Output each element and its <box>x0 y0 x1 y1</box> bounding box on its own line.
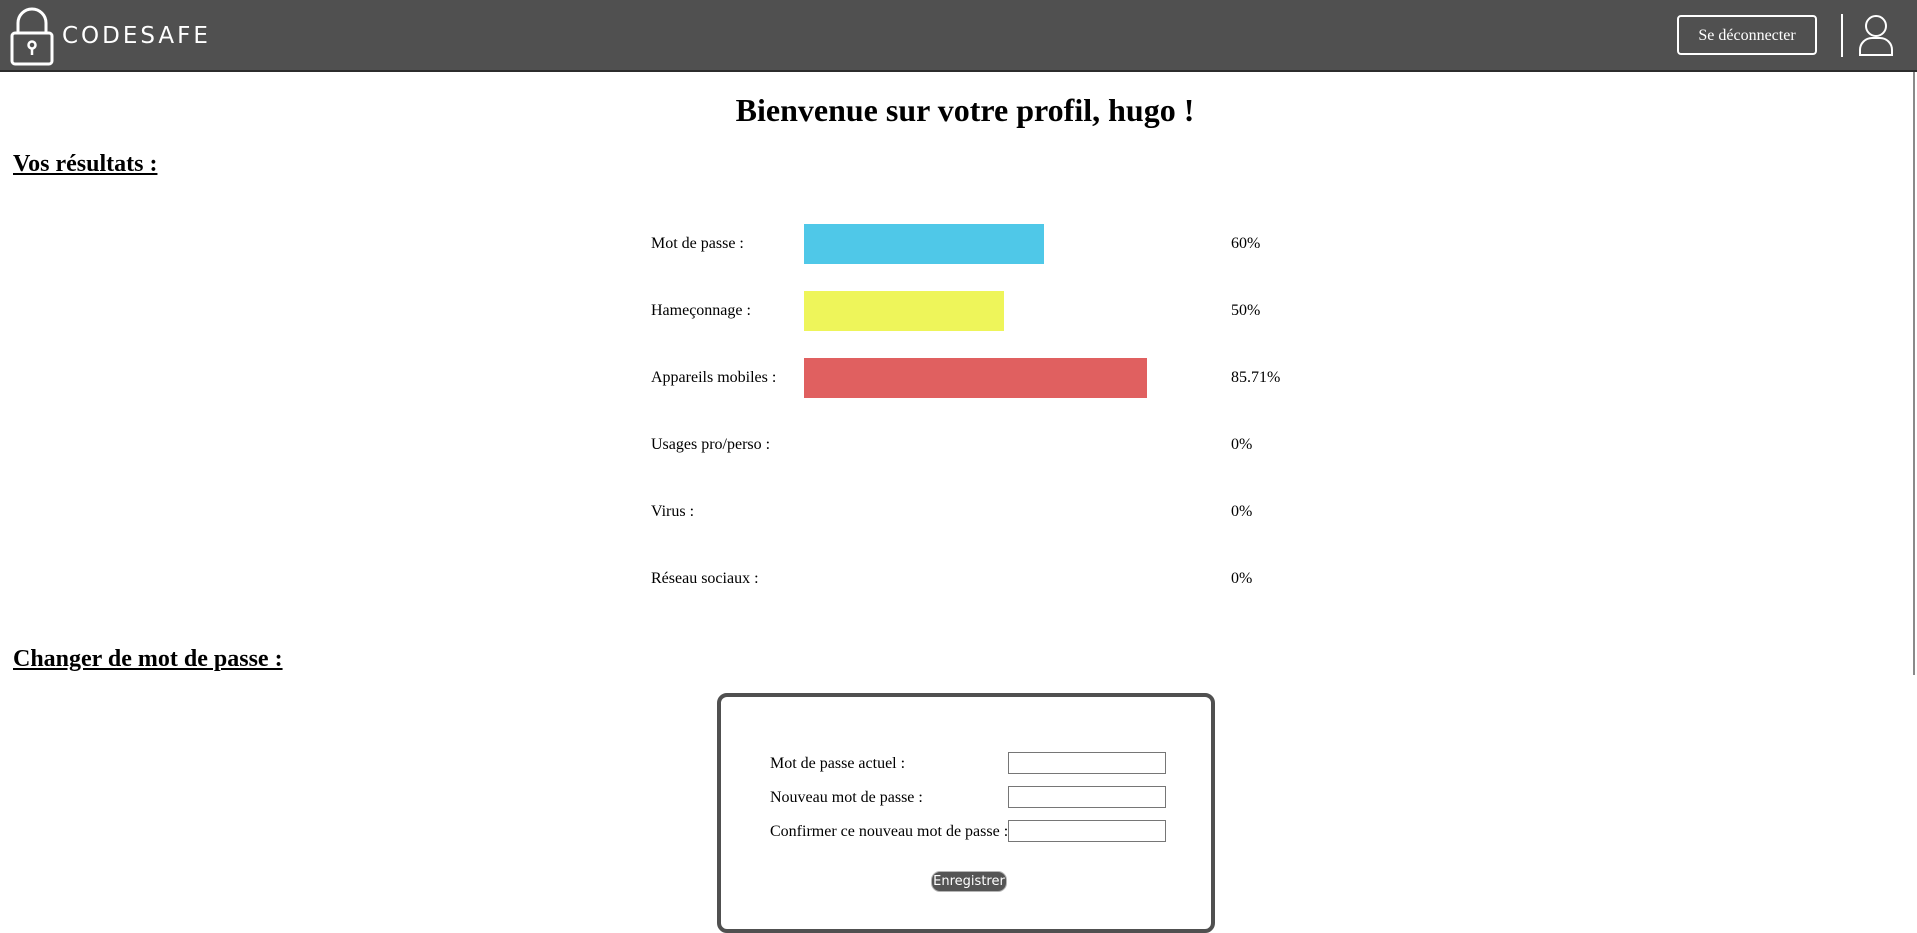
results-heading: Vos résultats : <box>13 151 158 177</box>
result-bar <box>804 358 1147 398</box>
result-value: 0% <box>1231 503 1253 520</box>
current-password-input[interactable] <box>1008 752 1166 774</box>
result-bar-track <box>804 492 1204 532</box>
user-icon[interactable] <box>1858 14 1894 56</box>
change-password-heading: Changer de mot de passe : <box>13 646 283 672</box>
change-password-form: Mot de passe actuel : Nouveau mot de pas… <box>717 693 1215 933</box>
result-bar-track <box>804 291 1204 331</box>
logout-button[interactable]: Se déconnecter <box>1677 15 1817 55</box>
confirm-password-label: Confirmer ce nouveau mot de passe : <box>770 823 1009 840</box>
result-bar-track <box>804 358 1204 398</box>
result-label: Mot de passe : <box>651 235 744 252</box>
save-button[interactable]: Enregistrer <box>931 871 1007 892</box>
new-password-label: Nouveau mot de passe : <box>770 789 923 806</box>
result-label: Appareils mobiles : <box>651 369 777 386</box>
result-row-reseau-sociaux: Réseau sociaux : 0% <box>651 559 1291 599</box>
result-row-appareils-mobiles: Appareils mobiles : 85.71% <box>651 358 1291 398</box>
result-value: 0% <box>1231 570 1253 587</box>
current-password-label: Mot de passe actuel : <box>770 755 906 772</box>
result-label: Hameçonnage : <box>651 302 751 319</box>
page-title: Bienvenue sur votre profil, hugo ! <box>735 92 1195 128</box>
result-row-virus: Virus : 0% <box>651 492 1291 532</box>
padlock-icon[interactable] <box>10 6 54 66</box>
result-label: Réseau sociaux : <box>651 570 759 587</box>
result-bar-track <box>804 425 1204 465</box>
result-bar <box>804 224 1044 264</box>
header-divider <box>1841 14 1843 57</box>
top-navbar: CODESAFE Se déconnecter <box>0 0 1917 72</box>
result-value: 60% <box>1231 235 1261 252</box>
new-password-input[interactable] <box>1008 786 1166 808</box>
result-bar-track <box>804 559 1204 599</box>
brand-name[interactable]: CODESAFE <box>62 22 211 50</box>
result-value: 50% <box>1231 302 1261 319</box>
result-row-mot-de-passe: Mot de passe : 60% <box>651 224 1291 264</box>
result-row-usages-pro-perso: Usages pro/perso : 0% <box>651 425 1291 465</box>
result-bar-track <box>804 224 1204 264</box>
result-label: Virus : <box>651 503 695 520</box>
confirm-password-input[interactable] <box>1008 820 1166 842</box>
scrollbar[interactable] <box>1913 72 1915 675</box>
result-value: 0% <box>1231 436 1253 453</box>
result-label: Usages pro/perso : <box>651 436 771 453</box>
result-value: 85.71% <box>1231 369 1281 386</box>
result-bar <box>804 291 1004 331</box>
result-row-hameconnage: Hameçonnage : 50% <box>651 291 1291 331</box>
